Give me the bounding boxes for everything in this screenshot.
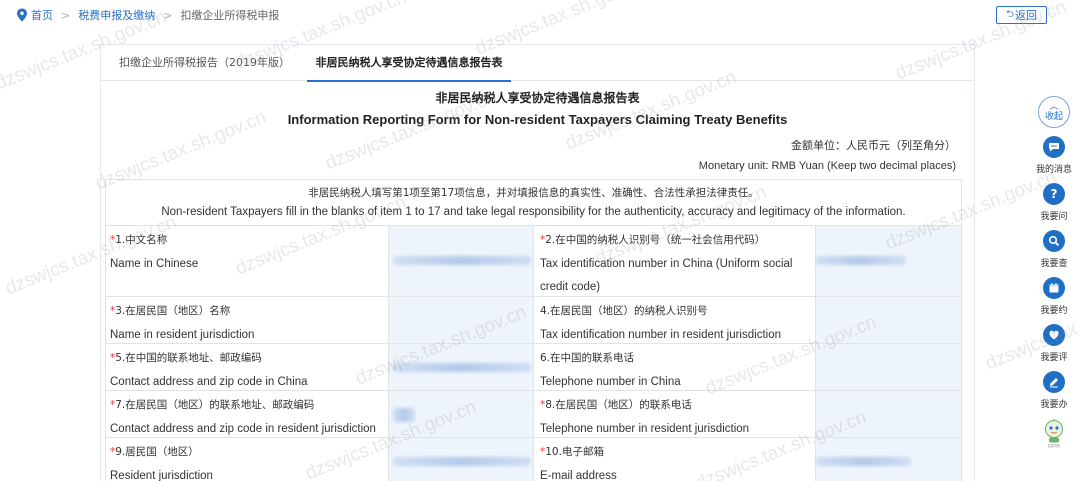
field-input-address-china[interactable] (389, 344, 534, 390)
my-messages-button[interactable]: 我的消息 (1034, 136, 1074, 175)
breadcrumb: 首页 > 税费申报及缴纳 > 扣缴企业所得税申报 (16, 6, 279, 24)
chat-bubble-icon (1043, 136, 1065, 158)
main-panel: 扣缴企业所得税报告（2019年版） 非居民纳税人享受协定待遇信息报告表 非居民纳… (100, 44, 975, 481)
back-arrow-icon: ⮌ (1005, 8, 1014, 20)
field-input-resident-jurisdiction[interactable] (389, 438, 534, 481)
field-label-resident-jurisdiction: *9.居民国（地区） Resident jurisdiction (106, 438, 390, 481)
search-button[interactable]: 我要查 (1034, 230, 1074, 269)
tab-withholding-report[interactable]: 扣缴企业所得税报告（2019年版） (119, 45, 290, 81)
breadcrumb-current: 扣缴企业所得税申报 (180, 9, 280, 22)
search-icon (1043, 230, 1065, 252)
field-input-email[interactable] (816, 438, 961, 481)
masked-value (393, 408, 416, 422)
question-mark-icon: ? (1043, 183, 1065, 205)
tab-treaty-benefit-report[interactable]: 非居民纳税人享受协定待遇信息报告表 (307, 45, 511, 82)
field-input-tin-resident[interactable] (816, 297, 961, 343)
tab-bar: 扣缴企业所得税报告（2019年版） 非居民纳税人享受协定待遇信息报告表 (101, 45, 974, 82)
back-button-label: 返回 (1015, 9, 1037, 22)
pencil-icon (1043, 371, 1065, 393)
field-label-name-cn: *1.中文名称 Name in Chinese (106, 226, 390, 296)
form-row: *5.在中国的联系地址、邮政编码 Contact address and zip… (106, 344, 961, 391)
instruction-note: 非居民纳税人填写第1项至第17项信息，并对填报信息的真实性、准确性、合法性承担法… (106, 180, 961, 226)
field-label-tin-resident: 4.在居民国（地区）的纳税人识别号 Tax identification num… (534, 297, 817, 343)
masked-value (393, 256, 532, 265)
masked-value (393, 457, 532, 466)
back-button[interactable]: ⮌ 返回 (996, 6, 1047, 24)
heart-shield-icon (1043, 324, 1065, 346)
monetary-unit-en: Monetary unit: RMB Yuan (Keep two decima… (698, 160, 956, 172)
field-input-name-cn[interactable] (389, 226, 534, 296)
field-label-phone-china: 6.在中国的联系电话 Telephone number in China (534, 344, 817, 390)
field-label-phone-resident: *8.在居民国（地区）的联系电话 Telephone number in res… (534, 391, 817, 437)
instruction-note-en: Non-resident Taxpayers fill in the blank… (161, 206, 906, 218)
instruction-note-cn: 非居民纳税人填写第1项至第17项信息，并对填报信息的真实性、准确性、合法性承担法… (308, 187, 759, 199)
breadcrumb-tax-filing-link[interactable]: 税费申报及缴纳 (78, 7, 155, 23)
field-label-address-resident: *7.在居民国（地区）的联系地址、邮政编码 Contact address an… (106, 391, 390, 437)
handle-business-button[interactable]: 我要办 (1034, 371, 1074, 410)
monetary-unit-cn: 金额单位：人民币元（列至角分） (791, 139, 956, 152)
breadcrumb-home-link[interactable]: 首页 (31, 7, 53, 23)
form-title-cn: 非居民纳税人享受协定待遇信息报告表 (435, 91, 640, 105)
field-input-address-resident[interactable] (389, 391, 534, 437)
appointment-button[interactable]: 我要约 (1034, 277, 1074, 316)
chevron-up-icon: ︿ (1049, 102, 1059, 112)
calendar-icon (1043, 277, 1065, 299)
field-label-tin-china: *2.在中国的纳税人识别号（统一社会信用代码） Tax identificati… (534, 226, 817, 296)
field-label-address-china: *5.在中国的联系地址、邮政编码 Contact address and zip… (106, 344, 390, 390)
masked-value (393, 363, 532, 372)
form-row: *3.在居民国（地区）名称 Name in resident jurisdict… (106, 297, 961, 344)
ask-question-button[interactable]: ? 我要问 (1034, 183, 1074, 222)
location-pin-icon (17, 8, 27, 22)
breadcrumb-separator-icon: > (163, 8, 173, 22)
masked-value (816, 256, 907, 265)
masked-value (816, 457, 912, 466)
report-form-table: 非居民纳税人填写第1项至第17项信息，并对填报信息的真实性、准确性、合法性承担法… (105, 179, 962, 481)
collapse-button[interactable]: ︿ 收起 (1038, 96, 1070, 128)
form-row: *1.中文名称 Name in Chinese *2.在中国的纳税人识别号（统一… (106, 226, 961, 297)
assistant-robot-icon[interactable]: 智能导税 (1042, 418, 1066, 448)
form-row: *7.在居民国（地区）的联系地址、邮政编码 Contact address an… (106, 391, 961, 438)
field-label-email: *10.电子邮箱 E-mail address (534, 438, 817, 481)
field-input-phone-resident[interactable] (816, 391, 961, 437)
field-label-name-resident: *3.在居民国（地区）名称 Name in resident jurisdict… (106, 297, 390, 343)
field-input-phone-china[interactable] (816, 344, 961, 390)
field-input-tin-china[interactable] (816, 226, 961, 296)
field-input-name-resident[interactable] (389, 297, 534, 343)
form-title-en: Information Reporting Form for Non-resid… (287, 112, 788, 127)
form-row: *9.居民国（地区） Resident jurisdiction *10.电子邮… (106, 438, 961, 481)
breadcrumb-separator-icon: > (61, 8, 71, 22)
rate-service-button[interactable]: 我要评 (1034, 324, 1074, 363)
robot-caption: 智能导税 (1048, 443, 1062, 448)
